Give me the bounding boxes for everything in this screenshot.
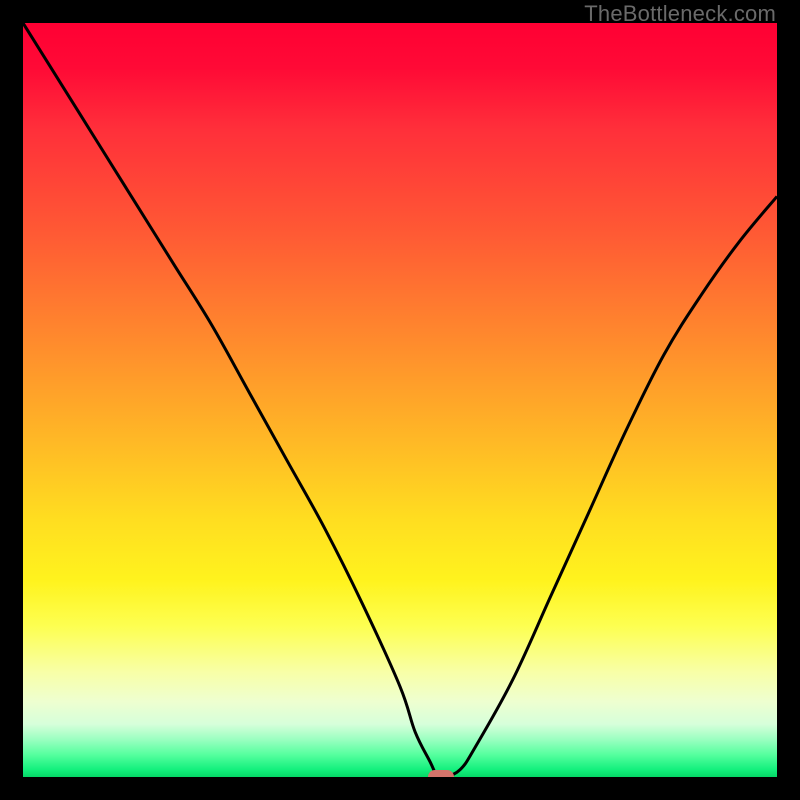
optimal-point-marker — [428, 770, 454, 777]
chart-frame: TheBottleneck.com — [0, 0, 800, 800]
curve-path — [23, 23, 777, 777]
plot-area — [23, 23, 777, 777]
bottleneck-curve — [23, 23, 777, 777]
watermark-text: TheBottleneck.com — [584, 1, 776, 27]
